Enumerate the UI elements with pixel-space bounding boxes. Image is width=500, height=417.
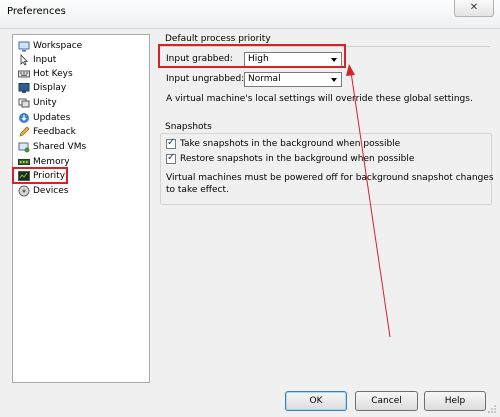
resize-grip-icon[interactable] bbox=[487, 404, 497, 414]
help-button[interactable]: Help bbox=[424, 391, 486, 411]
cancel-button[interactable]: Cancel bbox=[355, 391, 418, 411]
ok-button[interactable]: OK bbox=[285, 391, 347, 411]
annotation-arrow bbox=[346, 64, 391, 338]
